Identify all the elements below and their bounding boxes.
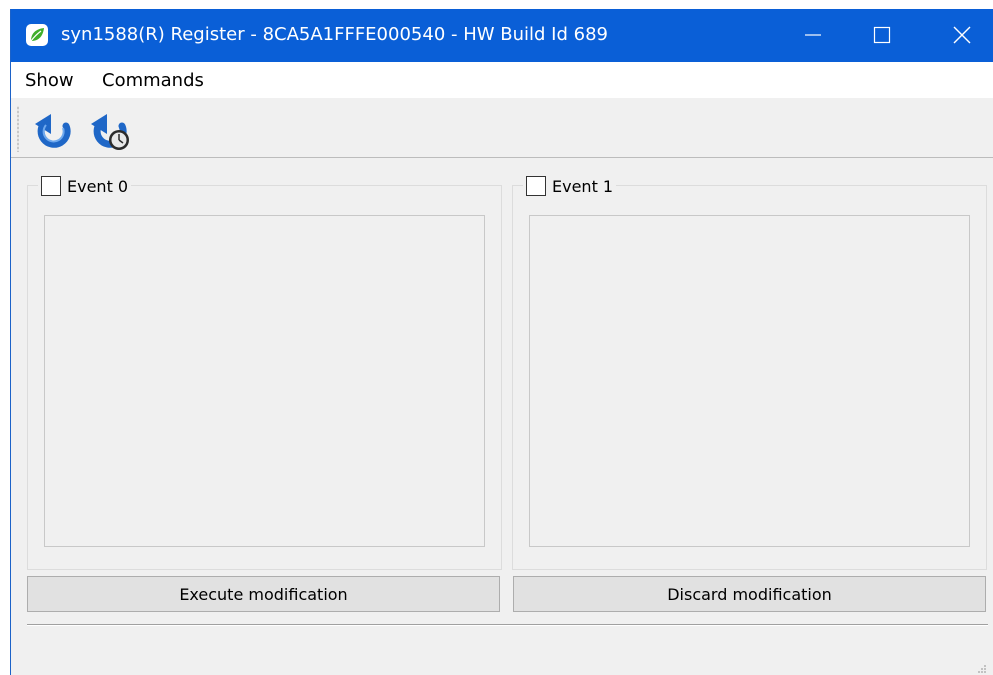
event-1-checkbox[interactable]	[526, 176, 546, 196]
resize-grip-icon[interactable]	[977, 659, 987, 673]
event-1-panel	[529, 215, 970, 547]
minimize-button[interactable]	[780, 9, 846, 62]
close-icon	[953, 26, 971, 44]
maximize-icon	[873, 26, 891, 44]
minimize-icon	[805, 34, 821, 36]
status-separator	[27, 624, 988, 626]
close-button[interactable]	[929, 9, 993, 62]
toolbar-grip[interactable]	[17, 106, 19, 152]
menu-commands[interactable]: Commands	[102, 70, 204, 92]
window-title: syn1588(R) Register - 8CA5A1FFFE000540 -…	[61, 24, 608, 45]
event-0-group: Event 0	[27, 174, 502, 570]
refresh-icon	[35, 114, 71, 148]
toolbar	[11, 98, 993, 158]
event-0-panel	[44, 215, 485, 547]
leaf-icon	[26, 24, 48, 46]
maximize-button[interactable]	[849, 9, 915, 62]
event-1-header: Event 1	[523, 174, 617, 198]
menu-show[interactable]: Show	[25, 70, 74, 92]
title-bar[interactable]: syn1588(R) Register - 8CA5A1FFFE000540 -…	[11, 9, 993, 62]
refresh-button[interactable]	[33, 112, 77, 154]
execute-modification-button[interactable]: Execute modification	[27, 576, 500, 612]
event-0-header: Event 0	[38, 174, 132, 198]
auto-refresh-timer-icon	[91, 114, 129, 150]
discard-modification-button[interactable]: Discard modification	[513, 576, 986, 612]
event-0-label[interactable]: Event 0	[67, 177, 128, 196]
event-0-checkbox[interactable]	[41, 176, 61, 196]
auto-refresh-button[interactable]	[89, 112, 133, 154]
register-window: syn1588(R) Register - 8CA5A1FFFE000540 -…	[10, 9, 993, 675]
menu-bar: Show Commands	[11, 62, 993, 98]
event-1-group: Event 1	[512, 174, 987, 570]
event-1-label[interactable]: Event 1	[552, 177, 613, 196]
